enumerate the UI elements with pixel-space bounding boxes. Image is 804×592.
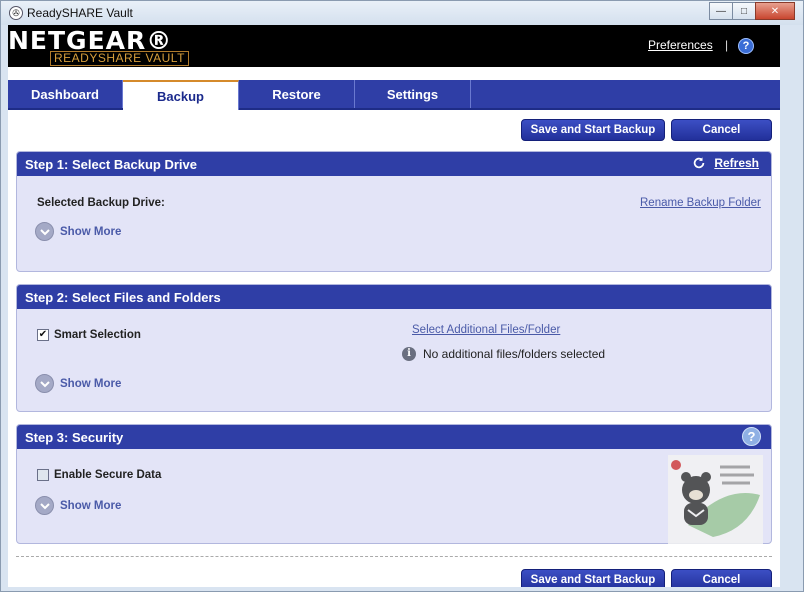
refresh-label: Refresh bbox=[714, 156, 759, 170]
step3-header: Step 3: Security ? bbox=[17, 425, 771, 449]
dashed-divider bbox=[16, 556, 772, 557]
app-header: NETGEAR® READYSHARE VAULT Preferences | … bbox=[8, 25, 780, 67]
tab-dashboard[interactable]: Dashboard bbox=[8, 80, 123, 108]
step3-panel: Step 3: Security ? Enable Secure Data Sh… bbox=[16, 424, 772, 544]
app-icon: ✇ bbox=[9, 6, 23, 20]
refresh-link[interactable]: Refresh bbox=[692, 156, 759, 170]
checkbox-unchecked-icon bbox=[37, 469, 49, 481]
info-icon: i bbox=[402, 347, 416, 361]
preferences-link[interactable]: Preferences bbox=[648, 38, 713, 52]
step1-panel: Step 1: Select Backup Drive Refresh Sele… bbox=[16, 151, 772, 272]
maximize-button[interactable]: □ bbox=[732, 2, 756, 20]
refresh-icon bbox=[694, 157, 705, 169]
selected-backup-drive-label: Selected Backup Drive: bbox=[37, 197, 165, 209]
help-icon[interactable]: ? bbox=[738, 38, 754, 54]
step1-show-more-label: Show More bbox=[60, 225, 122, 238]
security-help-icon[interactable]: ? bbox=[742, 427, 761, 446]
step3-title: Step 3: Security bbox=[25, 429, 124, 445]
enable-secure-data-checkbox[interactable]: Enable Secure Data bbox=[37, 469, 161, 481]
step1-show-more[interactable]: Show More bbox=[35, 222, 121, 241]
checkbox-checked-icon: ✔ bbox=[37, 329, 49, 341]
chevron-down-icon bbox=[35, 222, 54, 241]
enable-secure-data-label: Enable Secure Data bbox=[54, 469, 162, 481]
chevron-down-icon bbox=[35, 496, 54, 515]
chevron-down-icon bbox=[35, 374, 54, 393]
bear-mascot-watermark bbox=[668, 455, 763, 545]
close-button[interactable]: ✕ bbox=[755, 2, 795, 20]
tab-settings[interactable]: Settings bbox=[355, 80, 471, 108]
save-and-start-backup-button[interactable]: Save and Start Backup bbox=[521, 119, 665, 141]
tab-restore[interactable]: Restore bbox=[239, 80, 355, 108]
no-additional-info: i No additional files/folders selected bbox=[402, 347, 605, 361]
no-additional-text: No additional files/folders selected bbox=[423, 347, 606, 361]
step2-title: Step 2: Select Files and Folders bbox=[25, 289, 221, 305]
tab-bar: Dashboard Backup Restore Settings bbox=[8, 80, 780, 110]
bottom-action-area: Save and Start Backup Cancel bbox=[8, 544, 780, 587]
smart-selection-checkbox[interactable]: ✔ Smart Selection bbox=[37, 329, 141, 341]
step3-show-more[interactable]: Show More bbox=[35, 496, 121, 515]
window-controls: — □ ✕ bbox=[709, 2, 795, 20]
select-additional-files-link[interactable]: Select Additional Files/Folder bbox=[412, 324, 560, 336]
step3-show-more-label: Show More bbox=[60, 499, 122, 512]
title-bar[interactable]: ✇ ReadySHARE Vault — □ ✕ bbox=[1, 1, 803, 25]
cancel-button-bottom[interactable]: Cancel bbox=[671, 569, 772, 587]
minimize-button[interactable]: — bbox=[709, 2, 733, 20]
step2-panel: Step 2: Select Files and Folders ✔ Smart… bbox=[16, 284, 772, 412]
readyshare-vault-logo: READYSHARE VAULT bbox=[50, 51, 189, 66]
rename-backup-folder-link[interactable]: Rename Backup Folder bbox=[640, 197, 761, 209]
client-area: NETGEAR® READYSHARE VAULT Preferences | … bbox=[8, 25, 780, 587]
step2-show-more[interactable]: Show More bbox=[35, 374, 121, 393]
header-separator: | bbox=[725, 38, 729, 52]
smart-selection-label: Smart Selection bbox=[54, 329, 141, 341]
window-title: ReadySHARE Vault bbox=[27, 6, 133, 20]
step2-header: Step 2: Select Files and Folders bbox=[17, 285, 771, 309]
step2-show-more-label: Show More bbox=[60, 377, 122, 390]
cancel-button[interactable]: Cancel bbox=[671, 119, 772, 141]
tab-backup[interactable]: Backup bbox=[123, 80, 239, 110]
step1-header: Step 1: Select Backup Drive Refresh bbox=[17, 152, 771, 176]
step1-title: Step 1: Select Backup Drive bbox=[25, 156, 197, 172]
save-and-start-backup-button-bottom[interactable]: Save and Start Backup bbox=[521, 569, 665, 587]
app-window: ✇ ReadySHARE Vault — □ ✕ NETGEAR® READYS… bbox=[0, 0, 804, 592]
